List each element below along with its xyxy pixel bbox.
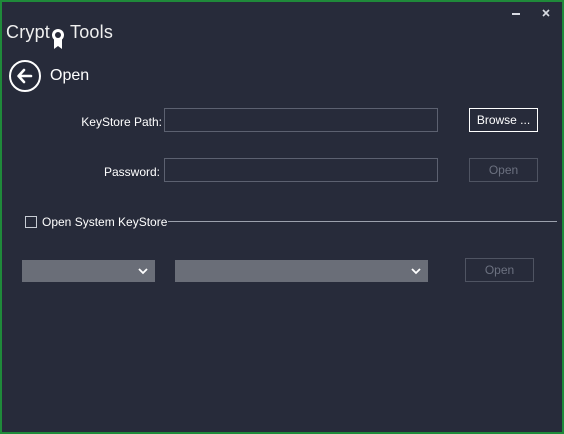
system-keystore-select-1[interactable] [22,260,155,282]
app-title: Crypt Tools [6,22,114,49]
page-title: Open [50,67,90,84]
system-keystore-select-2[interactable] [175,260,428,282]
password-label: Password: [103,165,160,179]
browse-button[interactable]: Browse ... [469,108,538,132]
minimize-icon[interactable] [508,8,524,22]
chevron-down-icon [411,268,421,275]
keystore-path-label: KeyStore Path: [81,115,162,129]
password-input[interactable] [164,158,438,182]
close-icon[interactable] [538,8,554,22]
open-system-keystore-button[interactable]: Open [465,258,534,282]
page-header: Open [9,60,89,92]
award-badge-icon [50,27,66,53]
keystore-path-input[interactable] [164,108,438,132]
section-divider [168,221,557,222]
back-arrow-icon[interactable] [9,60,41,92]
app-title-suffix: Tools [70,22,114,42]
open-system-keystore-label[interactable]: Open System KeyStore [42,215,167,229]
app-window: Crypt Tools Open KeyStore Path: Browse .… [0,0,564,434]
app-title-prefix: Crypt [6,22,51,42]
open-system-keystore-row[interactable]: Open System KeyStore [25,215,167,229]
open-system-keystore-checkbox[interactable] [25,216,37,228]
window-controls [508,8,554,22]
chevron-down-icon [138,268,148,275]
open-keystore-button[interactable]: Open [469,158,538,182]
